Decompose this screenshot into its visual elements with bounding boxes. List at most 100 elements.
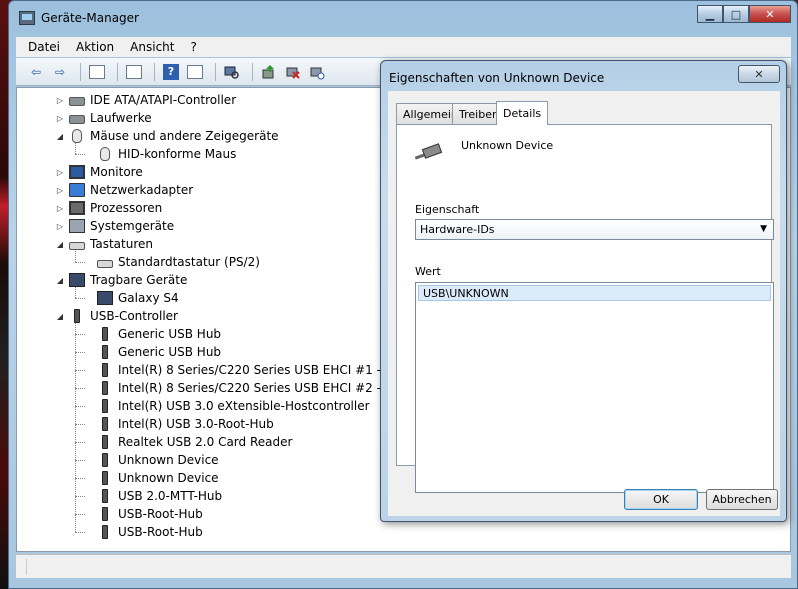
tree-connector: [75, 460, 85, 461]
help-icon: ?: [163, 63, 179, 80]
tree-expander-icon[interactable]: ▷: [55, 186, 65, 195]
usb-icon: [102, 453, 108, 467]
tree-connector: [75, 370, 85, 371]
tree-item[interactable]: ▷ IDE ATA/ATAPI-Controller: [55, 91, 236, 109]
property-label: Eigenschaft: [415, 203, 480, 216]
tree-item[interactable]: ▷ Prozessoren: [55, 199, 162, 217]
tree-connector: [75, 251, 76, 262]
usb-icon: [102, 507, 108, 521]
property-select[interactable]: Hardware-IDs ▼: [415, 219, 774, 240]
status-separator: [26, 559, 27, 575]
tree-item[interactable]: Intel(R) USB 3.0-Root-Hub: [83, 415, 274, 433]
show-hide-tree-button[interactable]: [87, 63, 107, 81]
uninstall-button[interactable]: [283, 63, 303, 81]
tree-connector: [75, 352, 85, 353]
window-controls: ▁ □ ✕: [697, 5, 791, 23]
action-pane-button[interactable]: [185, 63, 205, 81]
tree-expander-icon[interactable]: ▷: [55, 222, 65, 231]
tree-item[interactable]: Intel(R) USB 3.0 eXtensible-Hostcontroll…: [83, 397, 370, 415]
value-label: Wert: [415, 265, 441, 278]
tree-item[interactable]: ▷ Laufwerke: [55, 109, 152, 127]
tree-item[interactable]: ◢ Mäuse und andere Zeigegeräte: [55, 127, 279, 145]
tree-item[interactable]: USB-Root-Hub: [83, 523, 203, 541]
network-adapter-icon: [69, 183, 85, 197]
usb-icon: [102, 435, 108, 449]
title-bar[interactable]: Geräte-Manager ▁ □ ✕: [9, 1, 797, 35]
tree-connector: [75, 406, 85, 407]
tab-details[interactable]: Details: [496, 101, 549, 125]
dialog-title: Eigenschaften von Unknown Device: [389, 71, 605, 85]
tree-item[interactable]: USB 2.0-MTT-Hub: [83, 487, 222, 505]
help-button[interactable]: ?: [161, 63, 181, 81]
usb-icon: [102, 525, 108, 539]
tree-item[interactable]: ▷ Netzwerkadapter: [55, 181, 193, 199]
drive-icon: [69, 114, 85, 124]
tree-item[interactable]: USB-Root-Hub: [83, 505, 203, 523]
cancel-button[interactable]: Abbrechen: [706, 489, 778, 510]
menu-ansicht[interactable]: Ansicht: [122, 40, 182, 54]
tree-expander-icon[interactable]: ▷: [55, 204, 65, 213]
device-manager-icon: [19, 11, 35, 25]
disable-device-icon: [310, 67, 325, 79]
tree-expander-icon[interactable]: ▷: [55, 96, 65, 105]
tree-item[interactable]: ◢ USB-Controller: [55, 307, 178, 325]
menu-help[interactable]: ?: [182, 40, 204, 54]
tree-connector: [75, 532, 85, 533]
dialog-close-button[interactable]: ✕: [738, 65, 780, 83]
value-list[interactable]: USB\UNKNOWN: [415, 282, 774, 493]
tree-item-label: Unknown Device: [118, 471, 219, 485]
maximize-button[interactable]: □: [723, 5, 749, 23]
tree-item[interactable]: Standardtastatur (PS/2): [83, 253, 260, 271]
device-name: Unknown Device: [461, 139, 554, 152]
minimize-button[interactable]: ▁: [697, 5, 723, 23]
tree-item-label: Systemgeräte: [90, 219, 175, 233]
keyboard-icon: [69, 241, 85, 250]
tree-expander-icon[interactable]: ◢: [55, 240, 65, 249]
mouse-icon: [72, 129, 82, 143]
scan-hardware-button[interactable]: [222, 63, 242, 81]
details-panel: Unknown Device Eigenschaft Hardware-IDs …: [396, 124, 774, 493]
tree-item[interactable]: Realtek USB 2.0 Card Reader: [83, 433, 292, 451]
update-driver-button[interactable]: [259, 63, 279, 81]
tree-item[interactable]: Intel(R) 8 Series/C220 Series USB EHCI #…: [83, 361, 416, 379]
tree-item[interactable]: HID-konforme Maus: [83, 145, 236, 163]
tree-item-label: Realtek USB 2.0 Card Reader: [118, 435, 293, 449]
tree-item[interactable]: Galaxy S4: [83, 289, 179, 307]
tree-item-label: Intel(R) 8 Series/C220 Series USB EHCI #…: [118, 363, 417, 377]
tree-item-label: Tastaturen: [90, 237, 153, 251]
ok-button[interactable]: OK: [624, 489, 698, 510]
tree-item-label: USB 2.0-MTT-Hub: [118, 489, 223, 503]
menu-aktion[interactable]: Aktion: [68, 40, 122, 54]
tree-expander-icon[interactable]: ◢: [55, 312, 65, 321]
tree-expander-icon[interactable]: ◢: [55, 276, 65, 285]
usb-icon: [102, 471, 108, 485]
tree-item[interactable]: ◢ Tastaturen: [55, 235, 153, 253]
tree-item-label: HID-konforme Maus: [118, 147, 237, 161]
tree-expander-icon[interactable]: ▷: [55, 114, 65, 123]
tree-item[interactable]: ▷ Systemgeräte: [55, 217, 174, 235]
tree-connector: [75, 496, 85, 497]
properties-button[interactable]: [124, 63, 144, 81]
tree-item[interactable]: Intel(R) 8 Series/C220 Series USB EHCI #…: [83, 379, 418, 397]
disable-device-button[interactable]: [307, 63, 327, 81]
tree-connector: [75, 262, 85, 263]
tree-item[interactable]: Unknown Device: [83, 469, 219, 487]
back-arrow-icon[interactable]: ⇦: [26, 63, 46, 81]
tree-item[interactable]: Generic USB Hub: [83, 325, 221, 343]
tree-item-label: Intel(R) 8 Series/C220 Series USB EHCI #…: [118, 381, 418, 395]
tree-item[interactable]: Generic USB Hub: [83, 343, 221, 361]
tree-connector: [75, 334, 85, 335]
tree-expander-icon[interactable]: ▷: [55, 168, 65, 177]
forward-arrow-icon[interactable]: ⇨: [50, 63, 70, 81]
tree-item[interactable]: Unknown Device: [83, 451, 219, 469]
tree-item-label: Monitore: [90, 165, 143, 179]
menu-datei[interactable]: Datei: [20, 40, 68, 54]
tree-connector: [75, 388, 85, 389]
tree-item-label: Generic USB Hub: [118, 345, 222, 359]
tree-expander-icon[interactable]: ◢: [55, 132, 65, 141]
close-button[interactable]: ✕: [749, 5, 791, 23]
usb-icon: [102, 327, 108, 341]
action-pane-icon: [187, 64, 203, 79]
tree-item[interactable]: ▷ Monitore: [55, 163, 143, 181]
value-row[interactable]: USB\UNKNOWN: [418, 285, 771, 301]
